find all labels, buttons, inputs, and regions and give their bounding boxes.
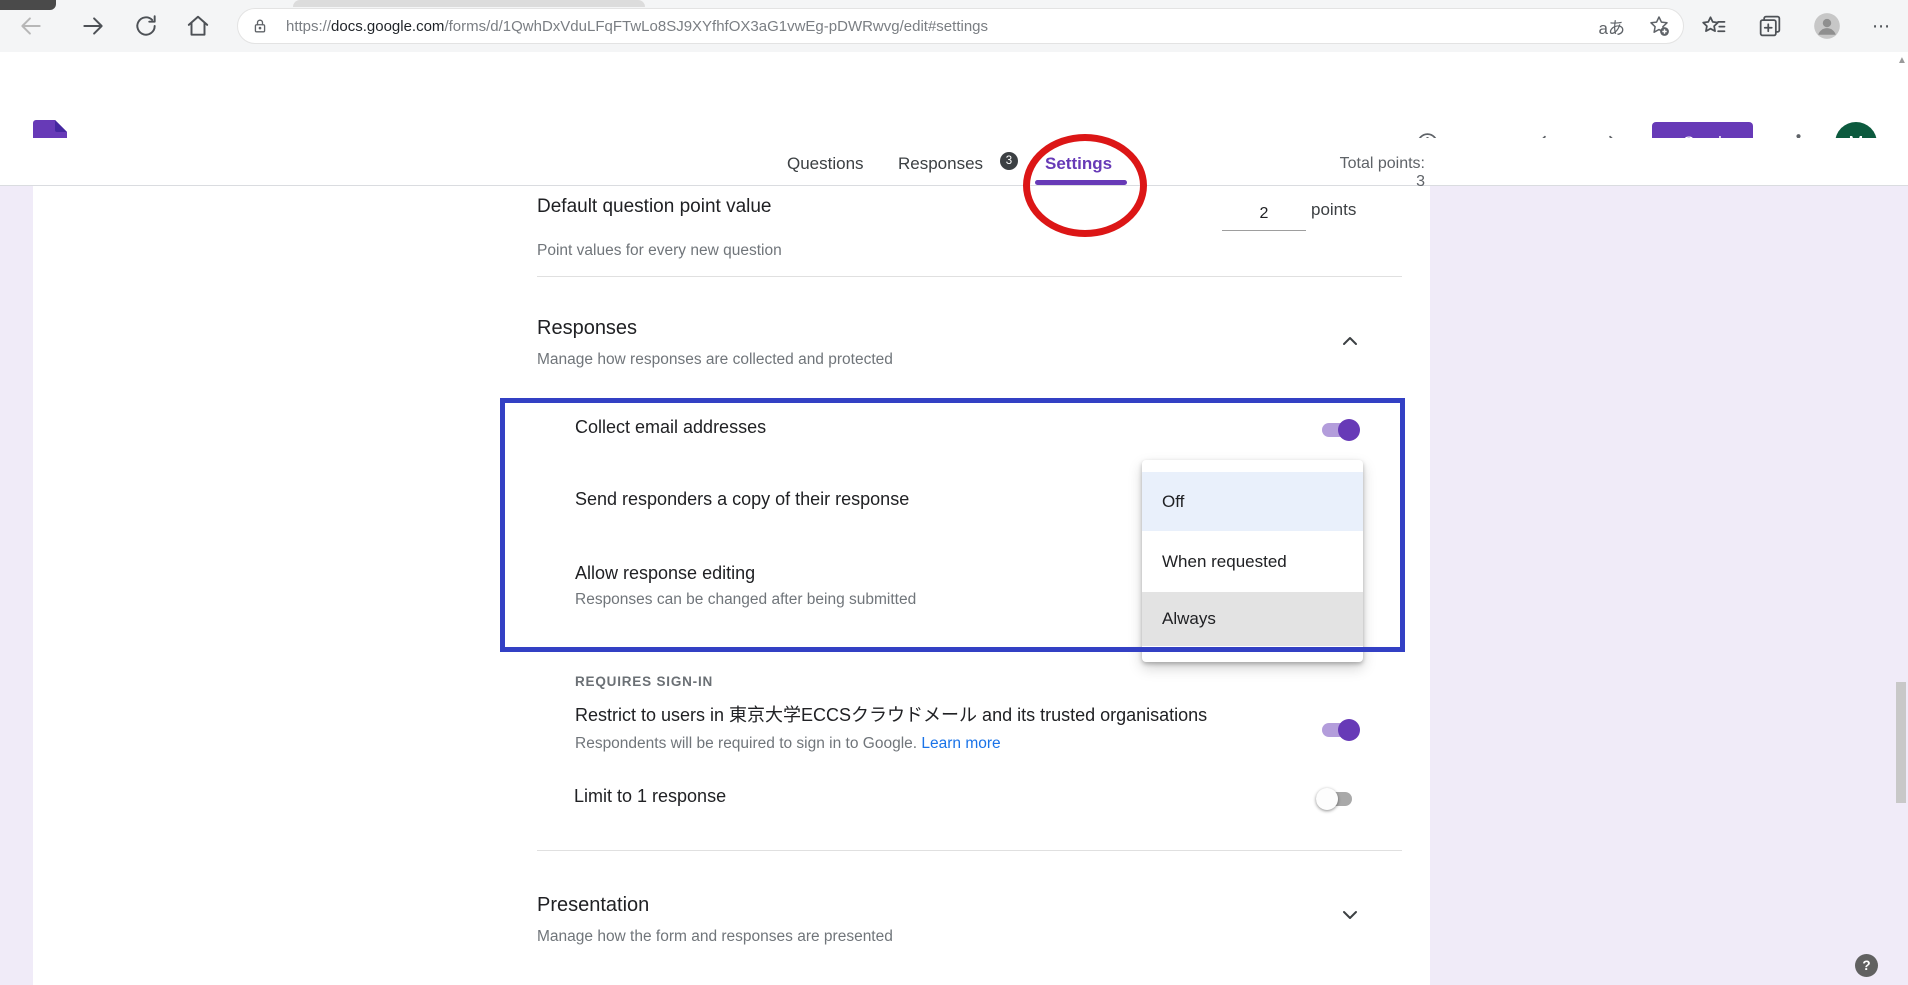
browser-tab-corner bbox=[0, 0, 56, 10]
requires-signin-heading: REQUIRES SIGN-IN bbox=[575, 674, 713, 689]
screen: https://docs.google.com/forms/d/1QwhDxVd… bbox=[0, 0, 1908, 985]
default-points-subtitle: Point values for every new question bbox=[537, 242, 782, 260]
restrict-users-subtitle: Respondents will be required to sign in … bbox=[575, 735, 1001, 753]
responses-count-badge: 3 bbox=[1000, 152, 1018, 170]
collapse-chevron-up-icon[interactable] bbox=[1338, 329, 1362, 353]
settings-tab-underline bbox=[1035, 180, 1127, 185]
dropdown-option-always[interactable]: Always bbox=[1142, 592, 1363, 646]
presentation-section-title: Presentation bbox=[537, 894, 649, 917]
section-divider bbox=[537, 276, 1402, 277]
allow-editing-subtitle: Responses can be changed after being sub… bbox=[575, 591, 916, 609]
limit-one-response-toggle[interactable] bbox=[1316, 787, 1356, 811]
points-unit-label: points bbox=[1311, 200, 1356, 220]
browser-menu-icon[interactable]: ⋯ bbox=[1868, 12, 1896, 40]
browser-tab-top bbox=[293, 0, 645, 7]
scrollbar-up-arrow[interactable]: ▲ bbox=[1897, 55, 1907, 66]
browser-toolbar: https://docs.google.com/forms/d/1QwhDxVd… bbox=[0, 0, 1908, 53]
restrict-users-toggle[interactable] bbox=[1322, 718, 1362, 742]
limit-one-response-label: Limit to 1 response bbox=[574, 786, 726, 807]
learn-more-link[interactable]: Learn more bbox=[921, 735, 1000, 752]
url-scheme: https:// bbox=[286, 18, 331, 35]
section-divider bbox=[537, 850, 1402, 851]
collections-icon[interactable] bbox=[1756, 12, 1784, 40]
refresh-icon[interactable] bbox=[133, 13, 159, 39]
default-points-input[interactable] bbox=[1222, 198, 1306, 231]
default-points-title: Default question point value bbox=[537, 196, 772, 218]
home-icon[interactable] bbox=[185, 13, 211, 39]
presentation-section-subtitle: Manage how the form and responses are pr… bbox=[537, 928, 893, 946]
help-button[interactable]: ? bbox=[1855, 954, 1878, 977]
restrict-users-label: Restrict to users in 東京大学ECCSクラウドメール and… bbox=[575, 701, 1207, 727]
url-text: https://docs.google.com/forms/d/1QwhDxVd… bbox=[286, 18, 988, 35]
tab-questions[interactable]: Questions bbox=[787, 154, 864, 174]
send-copy-label: Send responders a copy of their response bbox=[575, 489, 909, 510]
responses-section-subtitle: Manage how responses are collected and p… bbox=[537, 351, 893, 369]
forward-icon[interactable] bbox=[80, 13, 106, 39]
url-path: /forms/d/1QwhDxVduLFqFTwLo8SJ9XYfhfOX3aG… bbox=[444, 18, 988, 35]
address-bar[interactable]: https://docs.google.com/forms/d/1QwhDxVd… bbox=[237, 8, 1684, 44]
forms-header: Blank Quiz All changes saved in Drive Se… bbox=[0, 52, 1908, 138]
responses-section-title: Responses bbox=[537, 317, 637, 340]
url-host: docs.google.com bbox=[331, 18, 444, 35]
add-favorite-icon[interactable] bbox=[1647, 14, 1671, 38]
scrollbar-thumb[interactable] bbox=[1896, 682, 1906, 803]
collect-email-toggle[interactable] bbox=[1322, 418, 1362, 442]
tab-responses[interactable]: Responses bbox=[898, 154, 983, 174]
favorites-icon[interactable] bbox=[1700, 12, 1728, 40]
back-icon[interactable] bbox=[18, 13, 44, 39]
tab-settings[interactable]: Settings bbox=[1045, 154, 1112, 174]
collect-email-label: Collect email addresses bbox=[575, 417, 766, 438]
translate-icon[interactable]: aあ bbox=[1599, 14, 1625, 39]
restrict-subtitle-text: Respondents will be required to sign in … bbox=[575, 735, 917, 752]
allow-editing-label: Allow response editing bbox=[575, 563, 755, 584]
send-copy-dropdown-menu: Off When requested Always bbox=[1142, 460, 1363, 662]
dropdown-option-off[interactable]: Off bbox=[1142, 472, 1363, 531]
lock-icon bbox=[250, 16, 270, 36]
expand-chevron-down-icon[interactable] bbox=[1338, 903, 1362, 927]
dropdown-option-when-requested[interactable]: When requested bbox=[1142, 531, 1363, 592]
browser-profile-icon[interactable] bbox=[1813, 12, 1841, 40]
